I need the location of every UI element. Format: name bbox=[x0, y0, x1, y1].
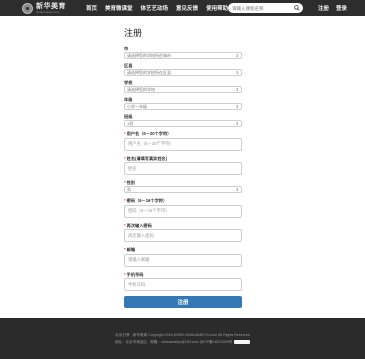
nav-item-micro-class[interactable]: 美育微课堂 bbox=[105, 4, 133, 12]
grade-select-value: 小学一年级 bbox=[127, 104, 147, 109]
main-nav: 首页 美育微课堂 体艺艺动场 意见反馈 使用帮助 bbox=[86, 0, 236, 16]
search-input[interactable] bbox=[232, 5, 292, 11]
footer-contact: 地址：北京市海淀区 · 邮箱：xinhuameiyu@163.com 京ICP备… bbox=[114, 340, 233, 344]
district-label: 区县 bbox=[124, 63, 133, 68]
logo-subtitle: xinhuameiyu.com bbox=[36, 9, 60, 14]
city-label: 市 bbox=[124, 46, 129, 51]
select-arrows-icon: ⇕ bbox=[235, 70, 239, 75]
required-mark: * bbox=[124, 155, 126, 161]
search-box bbox=[228, 3, 303, 13]
class-label: 班级 bbox=[124, 114, 133, 119]
confirm-password-input[interactable]: 再次输入密码 bbox=[124, 229, 242, 242]
gender-label: *性别 bbox=[124, 180, 136, 185]
footer-copyright: 北京分享 · 新华美育 Copyright 2018 WWW.XINHUAMEI… bbox=[115, 333, 250, 337]
nav-item-home[interactable]: 首页 bbox=[86, 4, 97, 12]
username-label: *用户名（6－20个字符） bbox=[124, 131, 172, 136]
name-input[interactable]: 姓名 bbox=[124, 162, 242, 175]
password-label: *密码（6－16个字符） bbox=[124, 198, 168, 203]
name-label: *姓名(请填写真实姓名) bbox=[124, 155, 168, 161]
confirm-password-label: *再次输入密码 bbox=[124, 222, 152, 228]
required-mark: * bbox=[124, 271, 126, 277]
select-arrows-icon: ⇕ bbox=[235, 53, 239, 58]
phone-input[interactable]: 手机号码 bbox=[124, 278, 242, 291]
search-icon[interactable] bbox=[294, 5, 300, 11]
logo-icon bbox=[22, 2, 33, 14]
username-input[interactable]: 用户名（6－20个字符） bbox=[124, 137, 242, 151]
required-mark: * bbox=[124, 247, 126, 252]
nav-item-feedback[interactable]: 意见反馈 bbox=[176, 4, 198, 12]
gender-select[interactable]: 男 ⇕ bbox=[124, 186, 242, 193]
password-input[interactable]: 密码（6－16个字符） bbox=[124, 204, 242, 218]
register-submit-button[interactable]: 注册 bbox=[124, 296, 242, 308]
required-mark: * bbox=[124, 131, 126, 136]
logo-title: 新华美育 bbox=[36, 2, 66, 10]
email-label: *邮箱 bbox=[124, 247, 136, 252]
nav-item-help[interactable]: 使用帮助 bbox=[206, 4, 228, 12]
phone-label: *手机号码 bbox=[124, 271, 144, 277]
registration-form: 注册 市 请选择您的学校所在城市 ⇕ 区县 请选择您的学校所在区县 ⇕ 学校 请… bbox=[124, 26, 242, 308]
footer: 北京分享 · 新华美育 Copyright 2018 WWW.XINHUAMEI… bbox=[0, 318, 365, 359]
school-label: 学校 bbox=[124, 80, 133, 85]
grade-select[interactable]: 小学一年级 ⇕ bbox=[124, 103, 242, 110]
certification-badge-icon bbox=[234, 340, 251, 344]
city-select[interactable]: 请选择您的学校所在城市 ⇕ bbox=[124, 52, 242, 59]
top-navbar: 新华美育 xinhuameiyu.com 首页 美育微课堂 体艺艺动场 意见反馈… bbox=[0, 0, 365, 16]
auth-links: 注册 登录 bbox=[318, 0, 354, 16]
class-select-value: 1班 bbox=[127, 121, 134, 126]
required-mark: * bbox=[124, 180, 126, 185]
district-select[interactable]: 请选择您的学校所在区县 ⇕ bbox=[124, 69, 242, 76]
login-link[interactable]: 登录 bbox=[336, 4, 347, 12]
grade-label: 年级 bbox=[124, 97, 133, 102]
required-mark: * bbox=[124, 198, 126, 203]
city-select-value: 请选择您的学校所在城市 bbox=[127, 53, 171, 58]
select-arrows-icon: ⇕ bbox=[235, 104, 239, 109]
nav-item-arts-sports[interactable]: 体艺艺动场 bbox=[141, 4, 169, 12]
select-arrows-icon: ⇕ bbox=[235, 187, 239, 192]
site-logo[interactable]: 新华美育 xinhuameiyu.com bbox=[22, 2, 66, 14]
page-title: 注册 bbox=[124, 28, 143, 38]
select-arrows-icon: ⇕ bbox=[235, 87, 239, 92]
district-select-value: 请选择您的学校所在区县 bbox=[127, 70, 171, 75]
class-select[interactable]: 1班 ⇕ bbox=[124, 120, 242, 127]
register-link[interactable]: 注册 bbox=[318, 4, 329, 12]
select-arrows-icon: ⇕ bbox=[235, 121, 239, 126]
required-mark: * bbox=[124, 222, 126, 228]
school-select-value: 请选择您的学校 bbox=[127, 87, 155, 92]
email-input[interactable]: 请输入邮箱 bbox=[124, 253, 242, 267]
gender-select-value: 男 bbox=[127, 187, 131, 192]
footer-contact-row: 地址：北京市海淀区 · 邮箱：xinhuameiyu@163.com 京ICP备… bbox=[0, 340, 365, 345]
school-select[interactable]: 请选择您的学校 ⇕ bbox=[124, 86, 242, 93]
